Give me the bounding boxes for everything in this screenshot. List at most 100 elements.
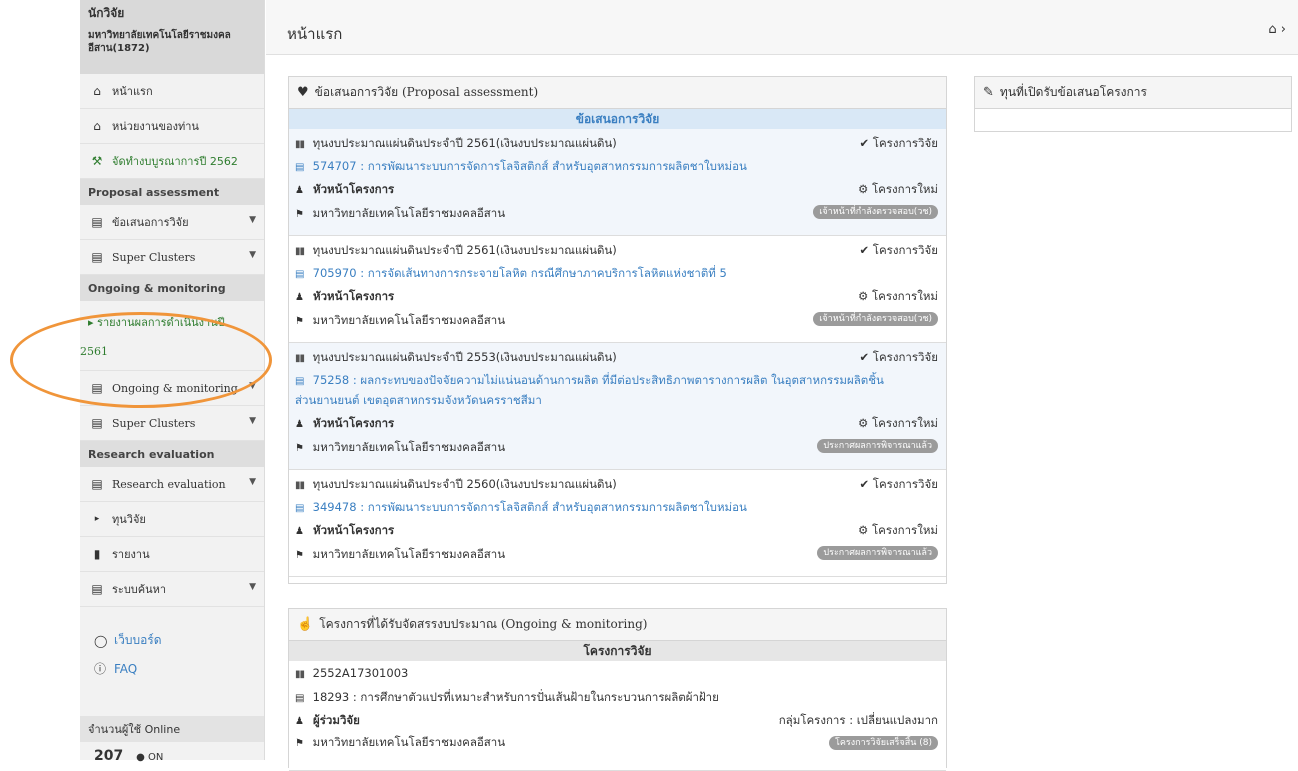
- proposal-org: ⚑ มหาวิทยาลัยเทคโนโลยีราชมงคลอีสาน: [295, 312, 505, 330]
- ongoing-code-value: 2552A17301003: [312, 666, 409, 680]
- proposal-project-title: 574707 : การพัฒนาระบบการจัดการโลจิสติกส์…: [312, 159, 747, 173]
- caret-down-icon: ▼: [249, 250, 256, 260]
- proposal-role-value: หัวหน้าโครงการ: [313, 416, 395, 430]
- caret-down-icon: ▼: [249, 477, 256, 487]
- proposal-project-link[interactable]: ▤ 75258 : ผลกระทบของปัจจัยความไม่แน่นอนด…: [295, 372, 884, 390]
- proposal-fund-value: ทุนงบประมาณแผ่นดินประจำปี 2560(เงินงบประ…: [312, 477, 617, 491]
- proposal-org-value: มหาวิทยาลัยเทคโนโลยีราชมงคลอีสาน: [312, 206, 506, 220]
- ongoing-org-value: มหาวิทยาลัยเทคโนโลยีราชมงคลอีสาน: [312, 735, 506, 749]
- flag-icon: ⚑: [295, 550, 304, 561]
- cog-icon: ⚙: [857, 523, 869, 537]
- flag-icon: ⚑: [295, 209, 304, 220]
- home-breadcrumb-icon[interactable]: ⌂ ›: [1268, 22, 1286, 37]
- proposal-status: ⚙ โครงการใหม่: [858, 415, 938, 433]
- proposal-fund-value: ทุนงบประมาณแผ่นดินประจำปี 2561(เงินงบประ…: [312, 243, 617, 257]
- proposal-project-line2[interactable]: ส่วนยานยนต์ เขตอุตสาหกรรมจังหวัดนครราชสี…: [295, 392, 542, 410]
- proposal-row[interactable]: ▮▮ ทุนงบประมาณแผ่นดินประจำปี 2553(เงินงบ…: [289, 343, 946, 470]
- user-icon: ●: [136, 752, 145, 763]
- proposal-project-link[interactable]: ▤ 349478 : การพัฒนาระบบการจัดการโลจิสติก…: [295, 499, 747, 517]
- user-tie-icon: ♟: [295, 716, 304, 727]
- proposal-status: ⚙ โครงการใหม่: [858, 288, 938, 306]
- ongoing-role: ♟ ผู้ร่วมวิจัย: [295, 712, 360, 730]
- list-icon: ▤: [91, 215, 103, 229]
- proposal-role: ♟ หัวหน้าโครงการ: [295, 181, 394, 199]
- proposal-project-link[interactable]: ▤ 574707 : การพัฒนาระบบการจัดการโลจิสติก…: [295, 158, 747, 176]
- sidebar-item-proposal[interactable]: ▤ ข้อเสนอการวิจัย ▼: [80, 205, 264, 240]
- funds-panel-title: ทุนที่เปิดรับข้อเสนอโครงการ: [999, 85, 1147, 99]
- proposal-org: ⚑ มหาวิทยาลัยเทคโนโลยีราชมงคลอีสาน: [295, 546, 505, 564]
- proposal-type-value: โครงการวิจัย: [872, 136, 938, 150]
- sidebar-item-label: หน้าแรก: [112, 85, 153, 98]
- proposal-row[interactable]: ▮▮ ทุนงบประมาณแผ่นดินประจำปี 2561(เงินงบ…: [289, 236, 946, 343]
- proposal-panel: ♥ ข้อเสนอการวิจัย (Proposal assessment) …: [288, 76, 947, 584]
- proposal-rows: ▮▮ ทุนงบประมาณแผ่นดินประจำปี 2561(เงินงบ…: [289, 129, 946, 577]
- proposal-org-value: มหาวิทยาลัยเทคโนโลยีราชมงคลอีสาน: [312, 547, 506, 561]
- funds-panel: ✎ ทุนที่เปิดรับข้อเสนอโครงการ: [974, 76, 1292, 132]
- highlight-ellipse: [10, 312, 272, 408]
- proposal-fund-value: ทุนงบประมาณแผ่นดินประจำปี 2553(เงินงบประ…: [312, 350, 617, 364]
- proposal-project-link[interactable]: ▤ 705970 : การจัดเส้นทางการกระจายโลหิต ก…: [295, 265, 727, 283]
- sidebar-item-label: จัดทำงบบูรณาการปี 2562: [112, 155, 238, 168]
- hammer-icon: ⚒: [91, 154, 103, 168]
- proposal-type-value: โครงการวิจัย: [872, 477, 938, 491]
- user-org: มหาวิทยาลัยเทคโนโลยีราชมงคลอีสาน(1872): [88, 30, 231, 54]
- sidebar-item-budget[interactable]: ⚒ จัดทำงบบูรณาการปี 2562: [80, 144, 264, 179]
- sidebar-item-home[interactable]: ⌂ หน้าแรก: [80, 74, 264, 109]
- user-name: นักวิจัย: [88, 6, 125, 20]
- list-icon: ▤: [91, 416, 103, 430]
- proposal-fund: ▮▮ ทุนงบประมาณแผ่นดินประจำปี 2553(เงินงบ…: [295, 349, 617, 367]
- section-ongoing: Ongoing & monitoring: [80, 275, 264, 301]
- caret-down-icon: ▼: [249, 582, 256, 592]
- sidebar-item-label: Super Clusters: [112, 250, 196, 264]
- ongoing-table-header: โครงการวิจัย: [289, 641, 946, 661]
- proposal-fund: ▮▮ ทุนงบประมาณแผ่นดินประจำปี 2561(เงินงบ…: [295, 242, 617, 260]
- proposal-role-value: หัวหน้าโครงการ: [313, 182, 395, 196]
- user-tie-icon: ♟: [295, 292, 304, 303]
- proposal-status: ⚙ โครงการใหม่: [858, 181, 938, 199]
- webboard-link[interactable]: ◯ เว็บบอร์ด: [94, 631, 264, 650]
- report-icon: ▮: [93, 547, 101, 561]
- proposal-table-header: ข้อเสนอการวิจัย: [289, 109, 946, 129]
- proposal-status: ⚙ โครงการใหม่: [858, 522, 938, 540]
- cog-icon: ⚙: [857, 182, 869, 196]
- sidebar-item-label: ทุนวิจัย: [112, 513, 146, 526]
- sidebar-item-super-clusters[interactable]: ▤ Super Clusters ▼: [80, 240, 264, 275]
- flag-icon: ⚑: [295, 443, 304, 454]
- proposal-role: ♟ หัวหน้าโครงการ: [295, 415, 394, 433]
- proposal-status-value: โครงการใหม่: [871, 523, 938, 537]
- home-icon: ⌂: [93, 119, 101, 133]
- ongoing-row[interactable]: ▮▮ 2552A17301003 ▤ 18293 : การศึกษาตัวแป…: [289, 661, 946, 771]
- proposal-row[interactable]: ▮▮ ทุนงบประมาณแผ่นดินประจำปี 2561(เงินงบ…: [289, 129, 946, 236]
- proposal-status-value: โครงการใหม่: [871, 289, 938, 303]
- proposal-badge-value: ประกาศผลการพิจารณาแล้ว: [817, 546, 938, 560]
- proposal-type: ✔ โครงการวิจัย: [860, 349, 939, 367]
- proposal-type: ✔ โครงการวิจัย: [860, 476, 939, 494]
- barcode-icon: ▮▮: [295, 246, 305, 257]
- question-icon: ⓘ: [94, 662, 107, 676]
- sidebar-item-fund[interactable]: ▸ ทุนวิจัย: [80, 502, 264, 537]
- sidebar-item-unit[interactable]: ⌂ หน่วยงานของท่าน: [80, 109, 264, 144]
- user-tie-icon: ♟: [295, 419, 304, 430]
- barcode-icon: ▮▮: [295, 353, 305, 364]
- sidebar-item-super-clusters-2[interactable]: ▤ Super Clusters ▼: [80, 406, 264, 441]
- sidebar-item-label: รายงาน: [112, 548, 150, 561]
- funds-panel-header: ✎ ทุนที่เปิดรับข้อเสนอโครงการ: [975, 77, 1291, 109]
- ongoing-project[interactable]: ▤ 18293 : การศึกษาตัวแปรที่เหมาะสำหรับกา…: [295, 689, 719, 707]
- sidebar-item-reports[interactable]: ▮ รายงาน: [80, 537, 264, 572]
- sidebar-item-research-eval[interactable]: ▤ Research evaluation ▼: [80, 467, 264, 502]
- file-icon: ▤: [295, 503, 305, 514]
- caret-down-icon: ▼: [249, 215, 256, 225]
- page-title: หน้าแรก: [287, 25, 343, 43]
- sidebar-item-search[interactable]: ▤ ระบบค้นหา ▼: [80, 572, 264, 607]
- pencil-icon: ✎: [983, 85, 994, 100]
- comment-icon: ◯: [94, 633, 108, 648]
- proposal-row[interactable]: ▮▮ ทุนงบประมาณแผ่นดินประจำปี 2560(เงินงบ…: [289, 470, 946, 577]
- proposal-type: ✔ โครงการวิจัย: [860, 135, 939, 153]
- user-tie-icon: ♟: [295, 526, 304, 537]
- online-count-value: 207: [94, 748, 124, 764]
- faq-link[interactable]: ⓘ FAQ: [94, 660, 264, 677]
- ongoing-panel-title: โครงการที่ได้รับจัดสรรงบประมาณ (Ongoing …: [319, 617, 648, 631]
- home-icon: ⌂: [93, 84, 101, 98]
- proposal-project-title: 705970 : การจัดเส้นทางการกระจายโลหิต กรณ…: [312, 266, 727, 280]
- ongoing-group: กลุ่มโครงการ : เปลี่ยนแปลงมาก: [778, 713, 938, 727]
